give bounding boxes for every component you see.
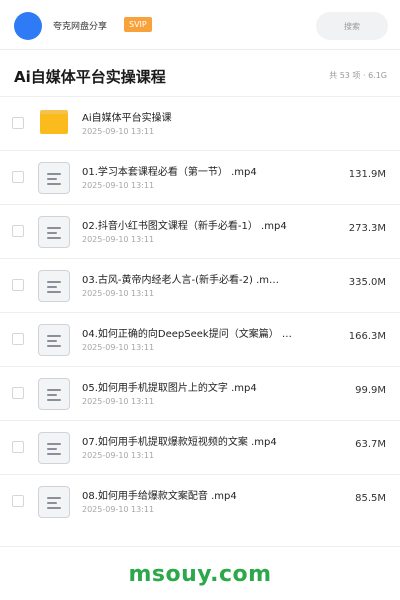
select-checkbox[interactable] [12,333,24,345]
file-size: 63.7M [355,439,386,450]
search-input[interactable] [316,12,388,40]
list-item[interactable]: 08.如何用手给爆款文案配音 .mp4 2025-09-10 13:11 85.… [0,474,400,528]
list-item[interactable]: 03.古风-黄帝内经老人言-(新手必看-2) .m… 2025-09-10 13… [0,258,400,312]
file-date: 2025-09-10 13:11 [82,235,155,244]
file-size: 85.5M [355,493,386,504]
select-checkbox[interactable] [12,117,24,129]
item-count-summary: 共 53 项 · 6.1G [329,71,387,80]
select-checkbox[interactable] [12,441,24,453]
video-file-icon [38,324,70,356]
avatar[interactable] [14,12,42,40]
file-date: 2025-09-10 13:11 [82,343,155,352]
title-bar: Ai自媒体平台实操课程 共 53 项 · 6.1G [0,56,400,96]
file-name: 05.如何用手机提取图片上的文字 .mp4 [82,383,257,394]
file-size: 99.9M [355,385,386,396]
file-size: 273.3M [348,223,386,234]
video-file-icon [38,432,70,464]
select-checkbox[interactable] [12,279,24,291]
list-divider [0,546,400,547]
list-item-folder[interactable]: Ai自媒体平台实操课 2025-09-10 13:11 [0,96,400,150]
file-name: 08.如何用手给爆款文案配音 .mp4 [82,491,237,502]
file-size: 166.3M [348,331,386,342]
file-list: Ai自媒体平台实操课 2025-09-10 13:11 01.学习本套课程必看（… [0,96,400,528]
file-date: 2025-09-10 13:11 [82,181,155,190]
file-date: 2025-09-10 13:11 [82,127,155,136]
file-date: 2025-09-10 13:11 [82,451,155,460]
file-date: 2025-09-10 13:11 [82,505,155,514]
select-checkbox[interactable] [12,495,24,507]
file-name: 02.抖音小红书图文课程（新手必看-1） .mp4 [82,221,287,232]
select-checkbox[interactable] [12,387,24,399]
list-item[interactable]: 05.如何用手机提取图片上的文字 .mp4 2025-09-10 13:11 9… [0,366,400,420]
file-size: 131.9M [348,169,386,180]
file-date: 2025-09-10 13:11 [82,397,155,406]
video-file-icon [38,378,70,410]
app-header: 夸克网盘分享 SVIP [0,0,400,50]
watermark: msouy.com [128,562,272,587]
list-item[interactable]: 01.学习本套课程必看（第一节） .mp4 2025-09-10 13:11 1… [0,150,400,204]
file-name: 03.古风-黄帝内经老人言-(新手必看-2) .m… [82,275,279,286]
video-file-icon [38,216,70,248]
file-date: 2025-09-10 13:11 [82,289,155,298]
list-item[interactable]: 02.抖音小红书图文课程（新手必看-1） .mp4 2025-09-10 13:… [0,204,400,258]
select-checkbox[interactable] [12,171,24,183]
file-size: 335.0M [348,277,386,288]
video-file-icon [38,486,70,518]
select-checkbox[interactable] [12,225,24,237]
file-name: Ai自媒体平台实操课 [82,113,172,124]
vip-badge: SVIP [124,17,152,32]
folder-icon [40,110,68,134]
file-name: 07.如何用手机提取爆款短视频的文案 .mp4 [82,437,277,448]
video-file-icon [38,162,70,194]
list-item[interactable]: 07.如何用手机提取爆款短视频的文案 .mp4 2025-09-10 13:11… [0,420,400,474]
video-file-icon [38,270,70,302]
share-user-name: 夸克网盘分享 [53,22,108,32]
file-name: 01.学习本套课程必看（第一节） .mp4 [82,167,257,178]
page-title: Ai自媒体平台实操课程 [14,68,166,86]
file-name: 04.如何正确的向DeepSeek提问（文案篇） … [82,329,292,340]
list-item[interactable]: 04.如何正确的向DeepSeek提问（文案篇） … 2025-09-10 13… [0,312,400,366]
